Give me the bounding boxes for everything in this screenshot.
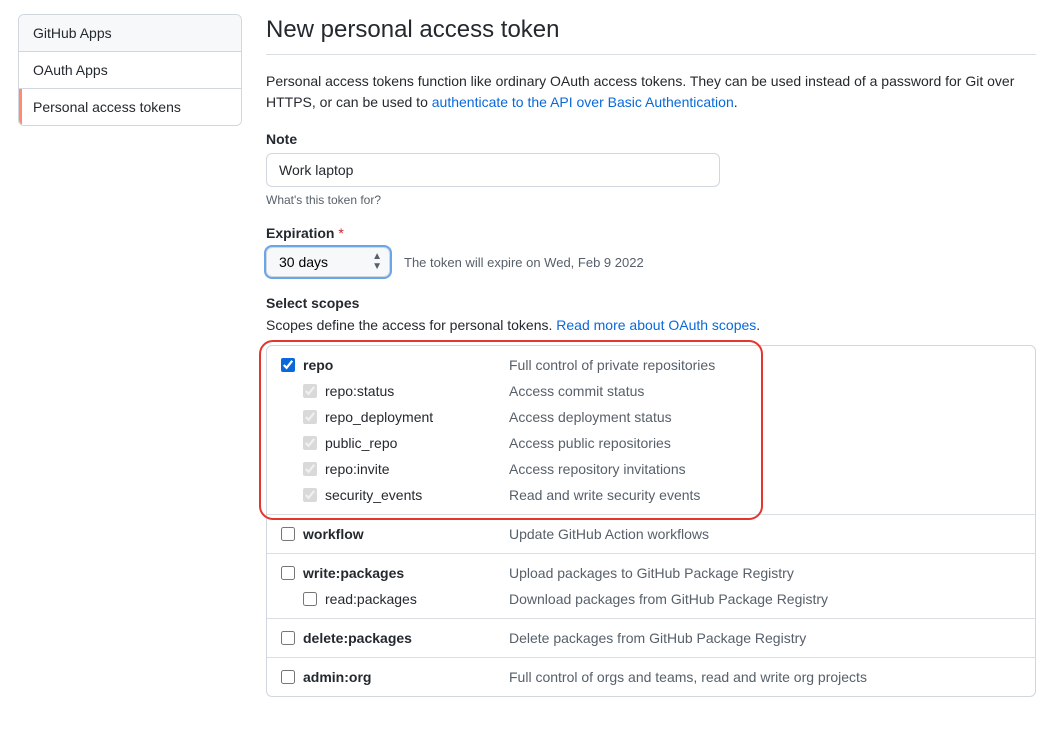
scopes-intro: Scopes define the access for personal to… (266, 317, 1036, 333)
scope-name: delete:packages (303, 630, 412, 646)
scope-name: repo (303, 357, 333, 373)
scope-name: public_repo (325, 435, 397, 451)
expiration-select[interactable]: 30 days (266, 247, 390, 277)
note-hint: What's this token for? (266, 193, 1036, 207)
scope-description: Full control of orgs and teams, read and… (509, 669, 867, 685)
scope-checkbox-label[interactable]: public_repo (281, 435, 509, 451)
auth-docs-link[interactable]: authenticate to the API over Basic Authe… (432, 94, 734, 110)
scope-checkbox (303, 462, 317, 476)
scope-checkbox[interactable] (303, 592, 317, 606)
page-title: New personal access token (266, 16, 1036, 44)
scope-checkbox-label[interactable]: repo:invite (281, 461, 509, 477)
scope-description: Access deployment status (509, 409, 672, 425)
scope-description: Delete packages from GitHub Package Regi… (509, 630, 806, 646)
scope-group: repo Full control of private repositories… (267, 346, 1035, 515)
scope-description: Full control of private repositories (509, 357, 715, 373)
scopes-heading: Select scopes (266, 295, 1036, 311)
note-input[interactable] (266, 153, 720, 187)
note-label: Note (266, 131, 1036, 147)
scope-group: write:packages Upload packages to GitHub … (267, 554, 1035, 619)
scope-row: repo:invite Access repository invitations (267, 456, 1035, 482)
scope-name: repo:invite (325, 461, 390, 477)
scopes-docs-link[interactable]: Read more about OAuth scopes (556, 317, 756, 333)
scope-checkbox (303, 384, 317, 398)
scope-checkbox[interactable] (281, 358, 295, 372)
expiration-label: Expiration * (266, 225, 1036, 241)
scope-description: Access public repositories (509, 435, 671, 451)
scope-name: admin:org (303, 669, 371, 685)
main-content: New personal access token Personal acces… (266, 14, 1036, 715)
scope-checkbox-label[interactable]: write:packages (281, 565, 509, 581)
scope-row: write:packages Upload packages to GitHub … (267, 560, 1035, 586)
scope-checkbox[interactable] (281, 631, 295, 645)
scope-checkbox (303, 488, 317, 502)
scope-row: repo Full control of private repositories (267, 352, 1035, 378)
scope-row: workflow Update GitHub Action workflows (267, 521, 1035, 547)
scope-row: admin:org Full control of orgs and teams,… (267, 664, 1035, 690)
scope-group: workflow Update GitHub Action workflows (267, 515, 1035, 554)
scope-group: delete:packages Delete packages from GitH… (267, 619, 1035, 658)
scope-description: Update GitHub Action workflows (509, 526, 709, 542)
scope-checkbox-label[interactable]: security_events (281, 487, 509, 503)
scope-name: security_events (325, 487, 422, 503)
expiration-field-block: Expiration * 30 days ▲▼ The token will e… (266, 225, 1036, 277)
sidenav-item[interactable]: Personal access tokens (19, 89, 241, 125)
sidenav-item[interactable]: OAuth Apps (19, 52, 241, 89)
scope-checkbox-label[interactable]: read:packages (281, 591, 509, 607)
scope-group: admin:org Full control of orgs and teams,… (267, 658, 1035, 696)
note-field-block: Note What's this token for? (266, 131, 1036, 207)
scope-row: repo:status Access commit status (267, 378, 1035, 404)
scope-checkbox-label[interactable]: workflow (281, 526, 509, 542)
scope-checkbox (303, 410, 317, 424)
scope-row: security_events Read and write security e… (267, 482, 1035, 508)
required-asterisk: * (338, 225, 343, 241)
scope-description: Upload packages to GitHub Package Regist… (509, 565, 794, 581)
scope-checkbox-label[interactable]: delete:packages (281, 630, 509, 646)
scope-name: workflow (303, 526, 364, 542)
scope-checkbox[interactable] (281, 566, 295, 580)
scopes-table: repo Full control of private repositories… (266, 345, 1036, 697)
scope-description: Access commit status (509, 383, 644, 399)
scope-description: Read and write security events (509, 487, 700, 503)
settings-sidenav: GitHub AppsOAuth AppsPersonal access tok… (18, 14, 242, 126)
scope-checkbox-label[interactable]: repo_deployment (281, 409, 509, 425)
scope-description: Access repository invitations (509, 461, 686, 477)
sidenav-item[interactable]: GitHub Apps (19, 15, 241, 52)
scope-checkbox[interactable] (281, 527, 295, 541)
scope-checkbox-label[interactable]: repo (281, 357, 509, 373)
scope-row: delete:packages Delete packages from GitH… (267, 625, 1035, 651)
scope-name: write:packages (303, 565, 404, 581)
scope-row: read:packages Download packages from GitH… (267, 586, 1035, 612)
scope-description: Download packages from GitHub Package Re… (509, 591, 828, 607)
scopes-section: Select scopes Scopes define the access f… (266, 295, 1036, 697)
scope-name: read:packages (325, 591, 417, 607)
scope-checkbox-label[interactable]: repo:status (281, 383, 509, 399)
scope-name: repo:status (325, 383, 394, 399)
page-description: Personal access tokens function like ord… (266, 71, 1036, 113)
scope-checkbox-label[interactable]: admin:org (281, 669, 509, 685)
scope-row: repo_deployment Access deployment status (267, 404, 1035, 430)
scope-name: repo_deployment (325, 409, 433, 425)
scope-row: public_repo Access public repositories (267, 430, 1035, 456)
scope-checkbox[interactable] (281, 670, 295, 684)
scope-checkbox (303, 436, 317, 450)
divider (266, 54, 1036, 55)
expiration-message: The token will expire on Wed, Feb 9 2022 (404, 255, 644, 270)
